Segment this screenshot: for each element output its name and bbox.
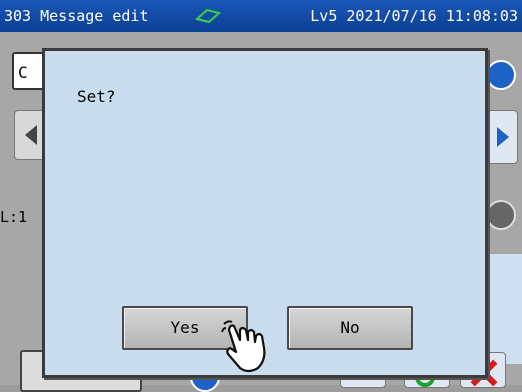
- model-icon: [195, 8, 221, 24]
- edit-icon[interactable]: [486, 60, 516, 90]
- dialog-message: Set?: [77, 87, 116, 106]
- screen-title: 303 Message edit: [4, 7, 149, 25]
- side-panel: [488, 254, 522, 364]
- right-arrow-icon[interactable]: [486, 200, 516, 230]
- status-bar: 303 Message edit Lv5 2021/07/16 11:08:03: [0, 0, 522, 32]
- status-info: Lv5 2021/07/16 11:08:03: [310, 7, 518, 25]
- line-label: L:1: [0, 208, 28, 226]
- no-button[interactable]: No: [287, 306, 413, 350]
- touch-hand-icon: [221, 320, 266, 373]
- next-button[interactable]: [486, 110, 518, 164]
